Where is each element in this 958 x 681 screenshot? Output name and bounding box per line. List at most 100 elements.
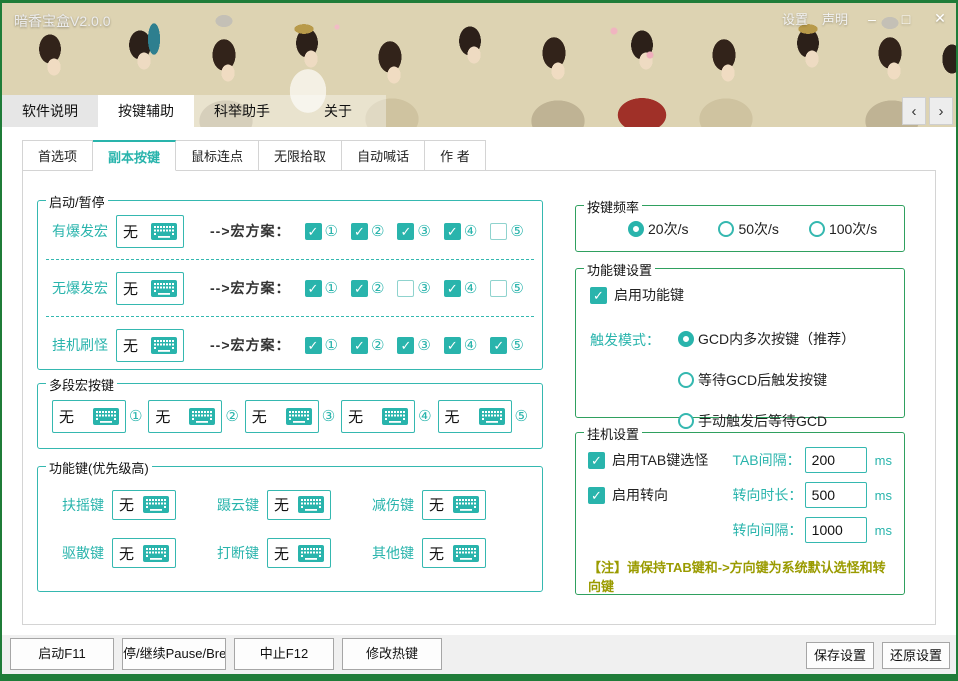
tab-infinite-loot[interactable]: 无限拾取 — [259, 140, 342, 171]
tab-auto-shout[interactable]: 自动喊话 — [342, 140, 425, 171]
abort-button[interactable]: 中止F12 — [234, 638, 334, 670]
hotkey-button-noburst[interactable]: 无 — [116, 272, 184, 305]
hotkey-button-burst[interactable]: 无 — [116, 215, 184, 248]
minimize-icon[interactable]: – — [862, 11, 882, 27]
plan-checkbox-2[interactable] — [351, 223, 368, 240]
multi-macro-key-3[interactable]: 无 — [245, 400, 319, 433]
plan-checkbox-2[interactable] — [351, 280, 368, 297]
plan-number: ② — [371, 222, 384, 240]
titlebar: 暗香宝盒V2.0.0 设置 声明 – □ ✕ — [2, 9, 956, 33]
radio-icon — [678, 413, 694, 429]
freq-option-100[interactable]: 100次/s — [809, 219, 877, 239]
keyboard-icon — [479, 408, 505, 425]
function-settings-group: 功能键设置 启用功能键 触发模式： GCD内多次按键（推荐） 等待GCD后触发按… — [575, 268, 905, 418]
tab-scroll-left-button[interactable]: ‹ — [902, 97, 926, 125]
plan-checkbox-5[interactable] — [490, 337, 507, 354]
idle-note: 【注】请保持TAB键和->方向键为系统默认选怪和转向键 — [588, 557, 892, 595]
group-title: 按键频率 — [584, 197, 642, 216]
multi-macro-key-2[interactable]: 无 — [148, 400, 222, 433]
macro-number: ⑤ — [515, 407, 528, 425]
enable-turning[interactable]: 启用转向 — [588, 485, 732, 505]
plan-checkbox-3[interactable] — [397, 223, 414, 240]
pause-resume-button[interactable]: 停/继续Pause/Brea — [122, 638, 226, 670]
damage-reduce-key-button[interactable]: 无 — [422, 490, 486, 520]
other-key-button[interactable]: 无 — [422, 538, 486, 568]
plan-checkbox-3[interactable] — [397, 337, 414, 354]
trigger-mode-manual[interactable]: 手动触发后等待GCD — [678, 411, 855, 431]
plan-checkbox-3[interactable] — [397, 280, 414, 297]
settings-menu-button[interactable]: 设置 — [782, 9, 808, 28]
plan-checkbox-list: ① ② ③ ④ ⑤ — [305, 279, 524, 297]
fk-label: 打断键 — [217, 543, 259, 563]
multi-macro-key-4[interactable]: 无 — [341, 400, 415, 433]
turn-interval-input[interactable] — [805, 517, 867, 543]
restore-settings-button[interactable]: 还原设置 — [882, 642, 950, 669]
dashed-divider — [46, 259, 534, 260]
radio-icon — [678, 331, 694, 347]
plan-checkbox-1[interactable] — [305, 223, 322, 240]
macro-number: ③ — [322, 407, 335, 425]
turn-duration-label: 转向时长： — [732, 485, 804, 505]
checkbox-icon — [590, 287, 607, 304]
macro-number: ④ — [418, 407, 431, 425]
plan-number: ① — [325, 222, 338, 240]
row-label: 挂机刷怪 — [52, 335, 116, 355]
tab-author[interactable]: 作 者 — [425, 140, 486, 171]
main-tab-about[interactable]: 关于 — [290, 95, 386, 127]
enable-function-keys[interactable]: 启用功能键 — [590, 285, 890, 305]
freq-option-50[interactable]: 50次/s — [718, 219, 778, 239]
tab-scroll-right-button[interactable]: › — [929, 97, 953, 125]
function-keys-group: 功能键(优先级高) 扶摇键无 蹑云键无 减伤键无 驱散键无 打断键无 其他键无 — [37, 466, 543, 592]
app-title: 暗香宝盒V2.0.0 — [14, 11, 110, 31]
plan-checkbox-5[interactable] — [490, 223, 507, 240]
close-icon[interactable]: ✕ — [930, 10, 950, 27]
keyboard-icon — [143, 496, 169, 513]
nieyun-key-button[interactable]: 无 — [267, 490, 331, 520]
tab-mouse-clicker[interactable]: 鼠标连点 — [176, 140, 259, 171]
main-tab-software-info[interactable]: 软件说明 — [2, 95, 98, 127]
interrupt-key-button[interactable]: 无 — [267, 538, 331, 568]
keyboard-icon — [298, 545, 324, 562]
main-tab-keju-helper[interactable]: 科举助手 — [194, 95, 290, 127]
plan-checkbox-4[interactable] — [444, 280, 461, 297]
multi-macro-key-1[interactable]: 无 — [52, 400, 126, 433]
modify-hotkey-button[interactable]: 修改热键 — [342, 638, 442, 670]
tab-dungeon-keys[interactable]: 副本按键 — [93, 140, 176, 171]
statement-menu-button[interactable]: 声明 — [822, 9, 848, 28]
unit-label: ms — [875, 523, 892, 538]
unit-label: ms — [875, 453, 892, 468]
plan-number: ⑤ — [510, 222, 523, 240]
keyboard-icon — [453, 496, 479, 513]
save-settings-button[interactable]: 保存设置 — [806, 642, 874, 669]
macro-row-burst: 有爆发宏 无 -->宏方案： ① ② ③ ④ ⑤ — [38, 209, 542, 253]
hotkey-button-grind[interactable]: 无 — [116, 329, 184, 362]
freq-option-20[interactable]: 20次/s — [628, 219, 688, 239]
main-tab-key-assist[interactable]: 按键辅助 — [98, 95, 194, 127]
maximize-icon[interactable]: □ — [896, 11, 916, 27]
fuyao-key-button[interactable]: 无 — [112, 490, 176, 520]
fk-label: 蹑云键 — [217, 495, 259, 515]
plan-number: ③ — [417, 222, 430, 240]
turn-duration-input[interactable] — [805, 482, 867, 508]
radio-icon — [628, 221, 644, 237]
multi-macro-key-5[interactable]: 无 — [438, 400, 512, 433]
frequency-group: 按键频率 20次/s 50次/s 100次/s — [575, 205, 905, 252]
plan-checkbox-2[interactable] — [351, 337, 368, 354]
start-pause-group: 启动/暂停 有爆发宏 无 -->宏方案： ① ② ③ ④ — [37, 200, 543, 370]
trigger-mode-gcd-multi[interactable]: GCD内多次按键（推荐） — [678, 329, 855, 349]
plan-checkbox-5[interactable] — [490, 280, 507, 297]
plan-checkbox-1[interactable] — [305, 280, 322, 297]
enable-tab-select[interactable]: 启用TAB键选怪 — [588, 450, 732, 470]
keyboard-icon — [286, 408, 312, 425]
dispel-key-button[interactable]: 无 — [112, 538, 176, 568]
plan-checkbox-4[interactable] — [444, 223, 461, 240]
tab-interval-input[interactable] — [805, 447, 867, 473]
tab-preferences[interactable]: 首选项 — [22, 140, 93, 171]
keyboard-icon — [151, 337, 177, 354]
trigger-mode-wait-gcd[interactable]: 等待GCD后触发按键 — [678, 370, 855, 390]
row-label: 无爆发宏 — [52, 278, 116, 298]
start-button[interactable]: 启动F11 — [10, 638, 114, 670]
plan-checkbox-1[interactable] — [305, 337, 322, 354]
plan-checkbox-4[interactable] — [444, 337, 461, 354]
trigger-mode-label: 触发模式： — [590, 329, 678, 431]
